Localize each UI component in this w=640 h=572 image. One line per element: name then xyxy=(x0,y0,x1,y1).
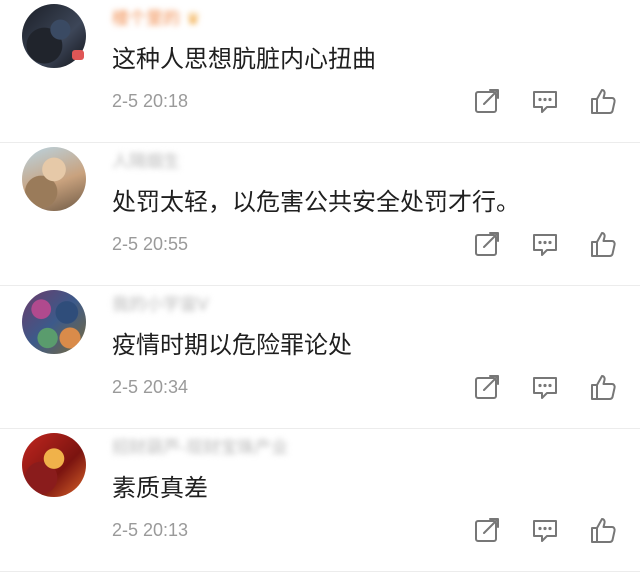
comment-text: 素质真差 xyxy=(112,474,208,502)
username[interactable]: 楼个里的 ♛ xyxy=(112,8,200,30)
username[interactable]: 招财葫芦-现财宝珠产业 xyxy=(112,437,288,459)
share-icon[interactable] xyxy=(472,229,502,259)
thumbs-up-icon[interactable] xyxy=(588,515,618,545)
verified-badge-icon xyxy=(72,50,84,60)
comment-icon[interactable] xyxy=(530,372,560,402)
comment-item: 楼个里的 ♛ 这种人思想肮脏内心扭曲 2-5 20:18 xyxy=(0,0,640,143)
comment-icon[interactable] xyxy=(530,229,560,259)
comment-item: 人隔烟生 处罚太轻，以危害公共安全处罚才行。 2-5 20:55 xyxy=(0,143,640,286)
username[interactable]: 我的小宇宙V xyxy=(112,294,209,316)
comment-icon[interactable] xyxy=(530,515,560,545)
avatar[interactable] xyxy=(22,433,86,497)
comment-actions xyxy=(472,229,622,259)
crown-icon: ♛ xyxy=(186,9,201,28)
comment-text: 疫情时期以危险罪论处 xyxy=(112,331,352,359)
share-icon[interactable] xyxy=(472,372,502,402)
comment-time: 2-5 20:34 xyxy=(112,377,189,397)
comment-list: 楼个里的 ♛ 这种人思想肮脏内心扭曲 2-5 20:18 人隔烟生 处罚太轻，以危… xyxy=(0,0,640,572)
avatar[interactable] xyxy=(22,147,86,211)
comment-time: 2-5 20:18 xyxy=(112,91,189,111)
avatar[interactable] xyxy=(22,290,86,354)
comment-icon[interactable] xyxy=(530,86,560,116)
comment-text: 处罚太轻，以危害公共安全处罚才行。 xyxy=(112,188,520,216)
thumbs-up-icon[interactable] xyxy=(588,372,618,402)
comment-text: 这种人思想肮脏内心扭曲 xyxy=(112,45,376,73)
comment-time: 2-5 20:13 xyxy=(112,520,189,540)
comment-item: 招财葫芦-现财宝珠产业 素质真差 2-5 20:13 xyxy=(0,429,640,572)
comment-time: 2-5 20:55 xyxy=(112,234,189,254)
username[interactable]: 人隔烟生 xyxy=(112,151,180,173)
thumbs-up-icon[interactable] xyxy=(588,229,618,259)
comment-actions xyxy=(472,86,622,116)
comment-actions xyxy=(472,515,622,545)
share-icon[interactable] xyxy=(472,515,502,545)
thumbs-up-icon[interactable] xyxy=(588,86,618,116)
comment-item: 我的小宇宙V 疫情时期以危险罪论处 2-5 20:34 xyxy=(0,286,640,429)
comment-actions xyxy=(472,372,622,402)
share-icon[interactable] xyxy=(472,86,502,116)
